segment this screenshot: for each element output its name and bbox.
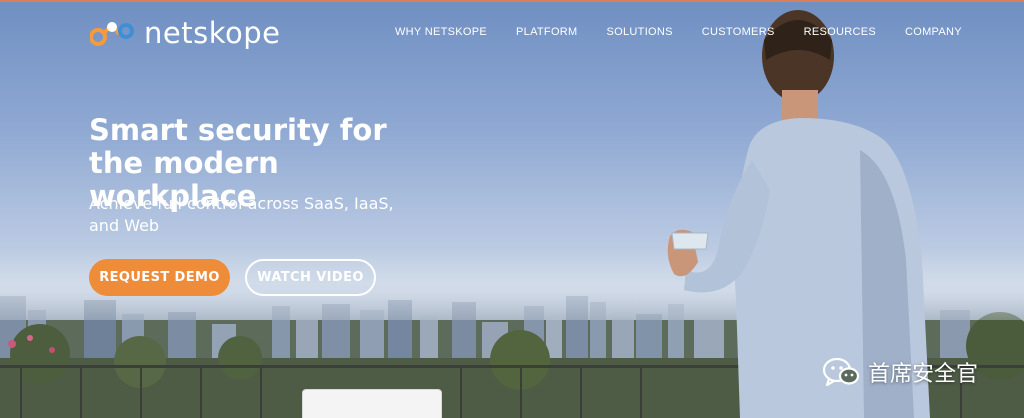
request-demo-button[interactable]: REQUEST DEMO — [89, 259, 230, 296]
main-navigation: WHY NETSKOPE PLATFORM SOLUTIONS CUSTOMER… — [395, 26, 991, 38]
logo-text: netskope — [144, 16, 281, 50]
watch-video-button[interactable]: WATCH VIDEO — [245, 259, 376, 296]
nav-item-platform[interactable]: PLATFORM — [516, 26, 577, 38]
wechat-watermark: 首席安全官 — [822, 356, 978, 388]
netskope-logo[interactable]: netskope — [90, 16, 280, 50]
hero-subheadline: Achieve full control across SaaS, IaaS, … — [89, 194, 394, 235]
laptop-image — [302, 389, 442, 418]
netskope-logo-icon — [90, 22, 134, 46]
nav-item-why-netskope[interactable]: WHY NETSKOPE — [395, 26, 487, 38]
nav-item-resources[interactable]: RESOURCES — [804, 26, 876, 38]
nav-item-solutions[interactable]: SOLUTIONS — [607, 26, 673, 38]
watermark-text: 首席安全官 — [868, 362, 979, 387]
wechat-icon — [822, 357, 860, 387]
nav-item-company[interactable]: COMPANY — [905, 26, 962, 38]
nav-item-customers[interactable]: CUSTOMERS — [702, 26, 775, 38]
